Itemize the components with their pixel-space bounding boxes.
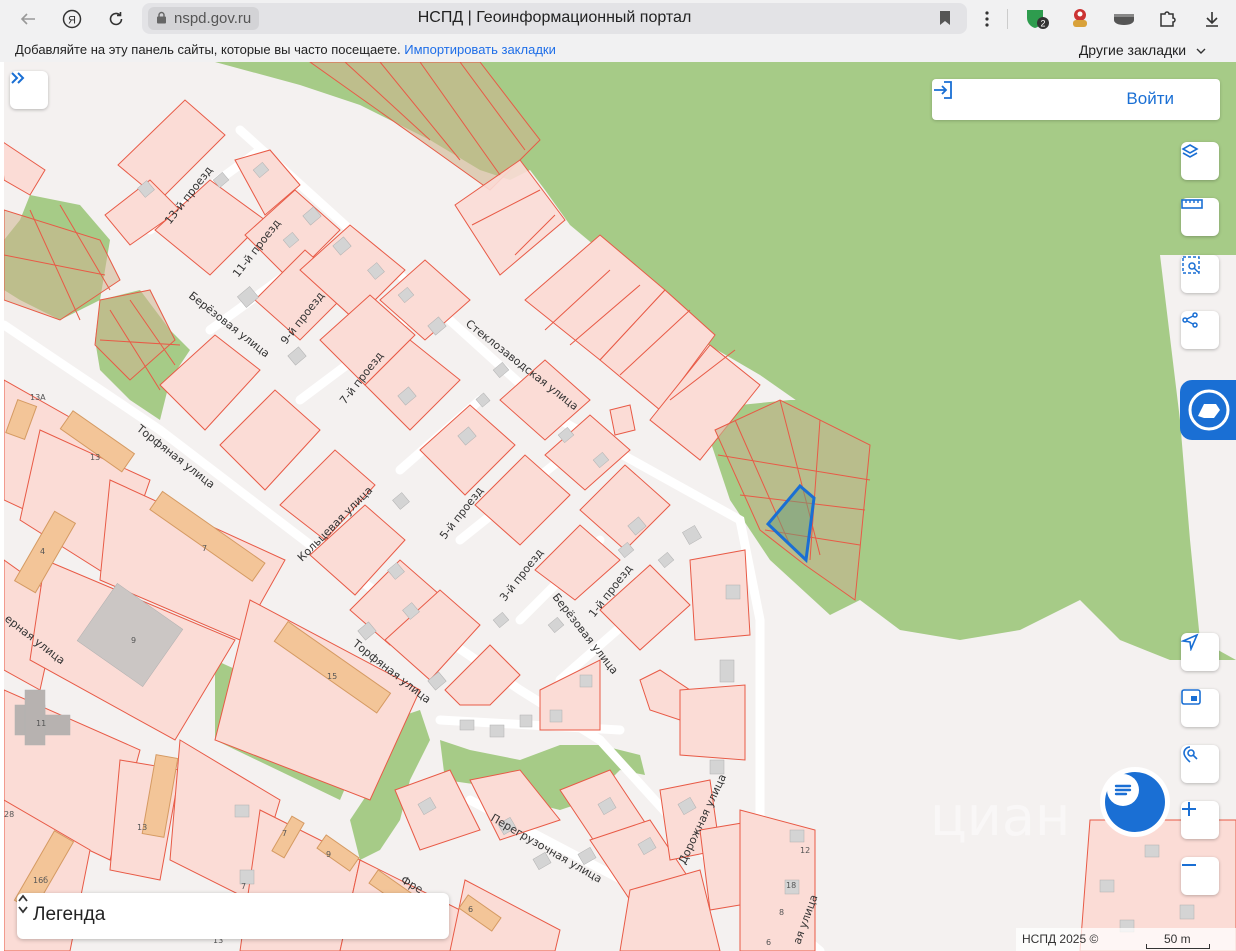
bookmark-icon[interactable] — [939, 10, 951, 26]
share-button[interactable] — [1181, 311, 1219, 349]
building-number: 11 — [36, 719, 46, 728]
navigation-arrow-icon — [1181, 633, 1199, 651]
building-number: 16б — [33, 876, 48, 885]
ruler-button[interactable] — [1181, 198, 1219, 236]
layers-button[interactable] — [1181, 142, 1219, 180]
reload-button[interactable] — [101, 4, 131, 34]
puzzle-extension-icon — [1160, 11, 1176, 27]
watermark: циан — [930, 785, 1070, 848]
area-select-icon — [1182, 256, 1200, 274]
building-number: 9 — [326, 850, 331, 859]
chat-icon — [1107, 774, 1139, 806]
browser-menu-button[interactable] — [972, 4, 1002, 34]
address-bar[interactable]: nspd.gov.ru НСПД | Геоинформационный пор… — [142, 3, 967, 34]
kebab-menu-icon — [985, 11, 989, 27]
login-panel[interactable]: Войти — [932, 79, 1220, 120]
building-number: 12 — [800, 846, 810, 855]
layers-icon — [1181, 144, 1199, 158]
extension-shield-button[interactable]: 2 — [1022, 4, 1052, 34]
browser-toolbar: Я nspd.gov.ru НСПД | Геоинформационный п… — [0, 0, 1236, 38]
download-icon — [1206, 12, 1218, 27]
chevron-down-icon — [1196, 48, 1206, 54]
zoom-out-button[interactable] — [1181, 857, 1219, 895]
extension-figure-button[interactable] — [1065, 4, 1095, 34]
building-number: 8 — [779, 908, 784, 917]
building-number: 6 — [766, 938, 771, 947]
assistant-icon — [1188, 389, 1230, 431]
expand-sidebar-button[interactable] — [10, 71, 48, 109]
share-icon — [1182, 312, 1198, 328]
yandex-button[interactable]: Я — [57, 4, 87, 34]
ruler-icon — [1181, 199, 1203, 209]
assistant-tab[interactable] — [1180, 380, 1236, 440]
bookmarks-hint: Добавляйте на эту панель сайты, которые … — [15, 42, 556, 57]
building-number: 13 — [137, 823, 147, 832]
zoom-in-icon — [1182, 802, 1196, 816]
legend-label: Легенда — [33, 904, 106, 925]
bookmarks-bar: Добавляйте на эту панель сайты, которые … — [0, 38, 1236, 62]
building-number: 13 — [90, 453, 100, 462]
cadastral-map[interactable]: циан 13-й проезд 11-й проезд 9-й проезд … — [4, 62, 1236, 951]
map-attribution: НСПД 2025 © 50 m — [1016, 928, 1236, 951]
building-number: 28 — [4, 810, 14, 819]
building-number: 6 — [468, 905, 473, 914]
download-button[interactable] — [1197, 4, 1227, 34]
scale-bar — [1146, 944, 1210, 949]
login-label[interactable]: Войти — [1126, 89, 1174, 109]
map-canvas[interactable]: циан 13-й проезд 11-й проезд 9-й проезд … — [4, 62, 1236, 951]
zoom-out-icon — [1182, 864, 1196, 866]
extension-puzzle-button[interactable] — [1153, 4, 1183, 34]
legend-panel[interactable]: Легенда — [17, 893, 449, 939]
geo-search-button[interactable] — [1181, 745, 1219, 783]
area-select-button[interactable] — [1181, 255, 1219, 293]
building-number: 7 — [282, 829, 287, 838]
navigate-button[interactable] — [1181, 633, 1219, 671]
building-number: 4 — [40, 547, 45, 556]
minimap-button[interactable] — [1181, 689, 1219, 727]
figure-extension-icon — [1073, 9, 1087, 27]
minimap-icon — [1181, 689, 1201, 705]
import-bookmarks-link[interactable]: Импортировать закладки — [404, 42, 556, 57]
svg-text:Я: Я — [68, 15, 76, 27]
shield-extension-icon: 2 — [1027, 10, 1049, 29]
login-icon[interactable] — [932, 79, 954, 101]
copyright-text: НСПД 2025 © — [1022, 932, 1099, 946]
building-number: 15 — [327, 672, 337, 681]
yandex-logo-icon: Я — [62, 9, 82, 29]
extension-hat-button[interactable] — [1109, 4, 1139, 34]
zoom-in-button[interactable] — [1181, 801, 1219, 839]
other-bookmarks-label: Другие закладки — [1078, 42, 1187, 58]
back-button[interactable] — [13, 4, 43, 34]
svg-text:2: 2 — [1040, 19, 1045, 29]
geo-search-icon — [1183, 746, 1198, 763]
chat-button[interactable] — [1105, 772, 1165, 832]
chevron-up-down-icon[interactable] — [17, 893, 29, 915]
toolbar-divider — [1007, 9, 1008, 29]
building-number: 9 — [131, 636, 136, 645]
double-chevron-right-icon — [11, 72, 25, 84]
back-arrow-icon — [20, 13, 35, 25]
building-number: 13А — [30, 393, 46, 402]
other-bookmarks-button[interactable]: Другие закладки — [1079, 42, 1206, 58]
bookmarks-hint-text: Добавляйте на эту панель сайты, которые … — [15, 42, 401, 57]
building-number: 7 — [241, 882, 246, 891]
hat-extension-icon — [1114, 14, 1134, 25]
building-number: 18 — [786, 881, 796, 890]
reload-icon — [109, 12, 123, 26]
building-number: 7 — [202, 544, 207, 553]
page-title: НСПД | Геоинформационный портал — [417, 9, 692, 26]
